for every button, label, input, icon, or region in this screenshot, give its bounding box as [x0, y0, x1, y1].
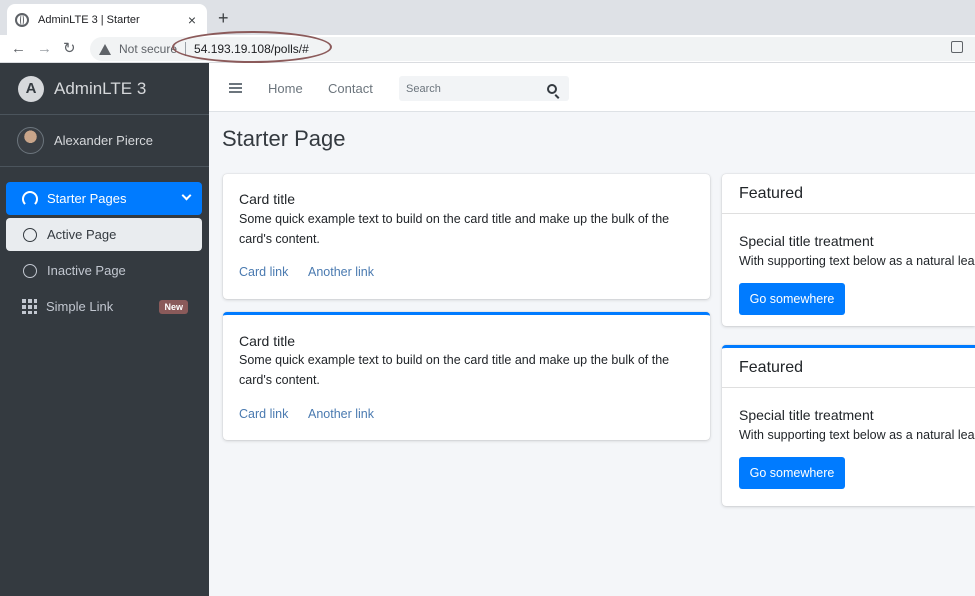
new-badge: New [159, 300, 188, 314]
warning-icon [99, 43, 111, 55]
nav-contact-link[interactable]: Contact [328, 81, 373, 96]
tab-close-icon[interactable]: × [185, 12, 199, 28]
brand-name: AdminLTE 3 [54, 78, 147, 98]
globe-icon [15, 12, 29, 27]
annotation-oval [172, 31, 332, 63]
another-link[interactable]: Another link [308, 265, 374, 279]
browser-tab-bar: AdminLTE 3 | Starter × + [0, 0, 975, 35]
featured-card-title: Special title treatment [739, 233, 874, 249]
card-link[interactable]: Card link [239, 407, 288, 421]
search-icon[interactable] [547, 83, 557, 94]
sidebar-item-label: Starter Pages [47, 191, 127, 206]
card-link[interactable]: Card link [239, 265, 288, 279]
card-header: Featured [722, 348, 975, 388]
nav-home-link[interactable]: Home [268, 81, 303, 96]
sidebar-item-active-page[interactable]: Active Page [6, 218, 202, 251]
tab-title: AdminLTE 3 | Starter [38, 13, 140, 26]
sidebar-item-label: Inactive Page [47, 263, 126, 278]
chevron-down-icon [181, 190, 192, 201]
security-label[interactable]: Not secure [119, 42, 177, 56]
search-placeholder: Search [406, 82, 441, 95]
card-header-title: Featured [739, 359, 804, 376]
address-bar: ← → ↻ Not secure 54.193.19.108/polls/# [0, 35, 975, 63]
card-header-title: Featured [739, 185, 804, 202]
reload-button[interactable]: ↻ [63, 39, 76, 59]
card-text: Some quick example text to build on the … [239, 353, 670, 387]
go-somewhere-button[interactable]: Go somewhere [739, 283, 845, 315]
search-input[interactable]: Search [399, 76, 569, 101]
card-text: Some quick example text to build on the … [239, 212, 670, 246]
share-icon[interactable] [951, 41, 963, 53]
card: Card title Some quick example text to bu… [223, 174, 710, 299]
card-header: Featured [722, 174, 975, 214]
brand-link[interactable]: A AdminLTE 3 [0, 63, 209, 115]
circle-icon [23, 263, 37, 278]
featured-card-title: Special title treatment [739, 407, 874, 423]
another-link[interactable]: Another link [308, 407, 374, 421]
featured-card-text: With supporting text below as a natural … [739, 254, 975, 268]
user-name[interactable]: Alexander Pierce [54, 133, 153, 148]
sidebar: A AdminLTE 3 Alexander Pierce Starter Pa… [0, 63, 209, 596]
avatar [17, 127, 44, 154]
user-panel[interactable]: Alexander Pierce [0, 115, 209, 167]
featured-card: Featured Special title treatment With su… [722, 174, 975, 326]
forward-button[interactable]: → [37, 39, 52, 59]
sidebar-item-inactive-page[interactable]: Inactive Page [6, 254, 202, 287]
featured-card-text: With supporting text below as a natural … [739, 428, 975, 442]
go-somewhere-button[interactable]: Go somewhere [739, 457, 845, 489]
page-title: Starter Page [222, 126, 346, 151]
brand-logo-icon: A [18, 75, 44, 102]
hamburger-menu-icon[interactable] [229, 83, 242, 93]
card-title: Card title [239, 191, 296, 207]
sidebar-item-starter-pages[interactable]: Starter Pages [6, 182, 202, 215]
featured-card: Featured Special title treatment With su… [722, 345, 975, 506]
card: Card title Some quick example text to bu… [223, 312, 710, 440]
th-icon [22, 299, 37, 314]
circle-icon [23, 227, 37, 242]
card-title: Card title [239, 333, 296, 349]
browser-tab[interactable]: AdminLTE 3 | Starter × [7, 4, 207, 35]
sidebar-item-simple-link[interactable]: Simple Link New [6, 290, 202, 323]
sidebar-item-label: Active Page [47, 227, 117, 242]
sidebar-nav: Starter Pages Active Page Inactive Page … [6, 182, 202, 326]
back-button[interactable]: ← [11, 39, 26, 59]
top-navbar: Home Contact Search [209, 63, 975, 112]
tachometer-icon [22, 190, 38, 207]
new-tab-button[interactable]: + [218, 8, 229, 28]
sidebar-item-label: Simple Link [46, 299, 114, 314]
